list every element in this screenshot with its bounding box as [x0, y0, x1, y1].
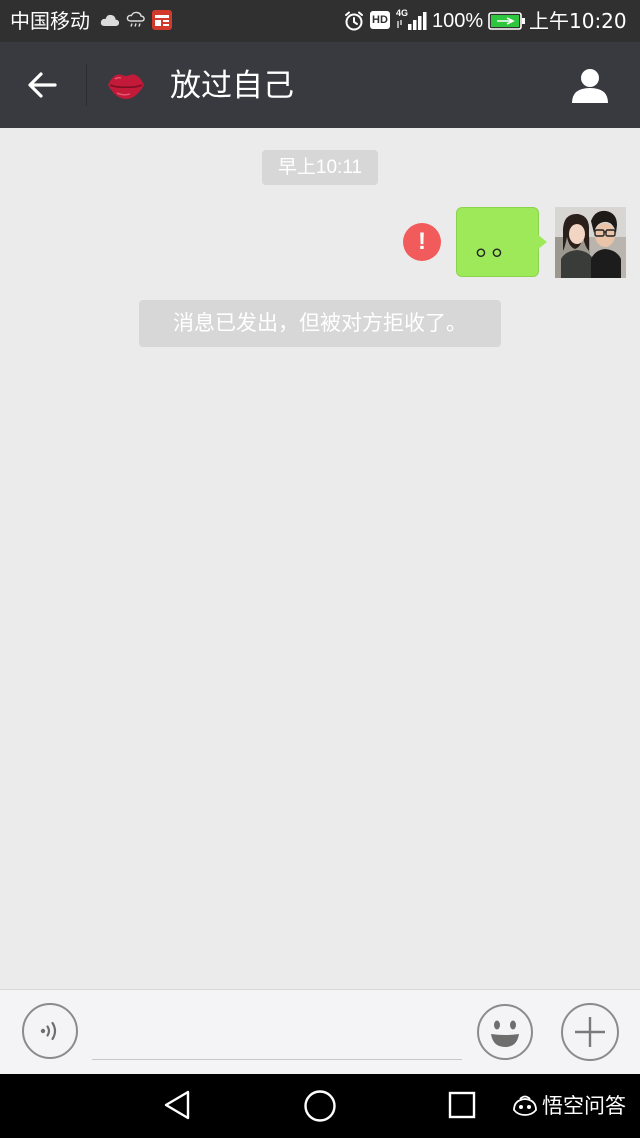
- nav-recent-icon[interactable]: [446, 1089, 478, 1121]
- header-divider: [86, 64, 87, 106]
- message-input[interactable]: [92, 1004, 462, 1060]
- battery-charging-icon: [488, 12, 525, 30]
- plus-icon: [575, 1017, 605, 1047]
- chat-title: 放过自己: [170, 68, 294, 104]
- nav-home-icon[interactable]: [302, 1088, 338, 1124]
- message-bubble[interactable]: 。。: [456, 207, 539, 277]
- chat-timestamp: 早上10:11: [262, 150, 378, 185]
- wukong-logo-icon: [513, 1095, 537, 1116]
- signal-icon: 4G: [396, 8, 430, 32]
- plus-button[interactable]: [561, 1003, 619, 1061]
- lips-icon: [108, 74, 144, 99]
- person-icon: [572, 69, 608, 103]
- profile-button[interactable]: [566, 62, 614, 108]
- status-bar: 中国移动 HD 4G 100% 上午10:20: [0, 0, 640, 42]
- back-button[interactable]: [18, 62, 66, 108]
- system-notice: 消息已发出，但被对方拒收了。: [139, 300, 501, 347]
- watermark: 悟空问答: [512, 1091, 626, 1121]
- hd-icon: HD: [370, 11, 390, 29]
- carrier-name: 中国移动: [10, 9, 90, 33]
- emoji-button[interactable]: [476, 1003, 534, 1061]
- rain-cloud-icon: [126, 11, 145, 27]
- watermark-text: 悟空问答: [542, 1094, 626, 1118]
- cloud-icon: [100, 14, 120, 26]
- voice-button[interactable]: [22, 1003, 78, 1059]
- navigation-bar: 悟空问答: [0, 1074, 640, 1138]
- chat-header: 放过自己: [0, 42, 640, 128]
- send-failed-icon[interactable]: !: [403, 223, 441, 261]
- message-text: 。。: [475, 229, 522, 262]
- status-time: 上午10:20: [529, 9, 627, 33]
- nav-back-icon[interactable]: [160, 1088, 194, 1122]
- avatar[interactable]: [555, 207, 626, 278]
- arrow-left-icon: [28, 72, 57, 98]
- input-bar: [0, 989, 640, 1074]
- voice-icon: [40, 1021, 57, 1041]
- battery-percent: 100%: [432, 10, 484, 32]
- toutiao-app-icon: [152, 10, 172, 30]
- bubble-tail: [537, 234, 547, 250]
- smiley-icon: [477, 1004, 533, 1060]
- alarm-icon: [345, 11, 363, 31]
